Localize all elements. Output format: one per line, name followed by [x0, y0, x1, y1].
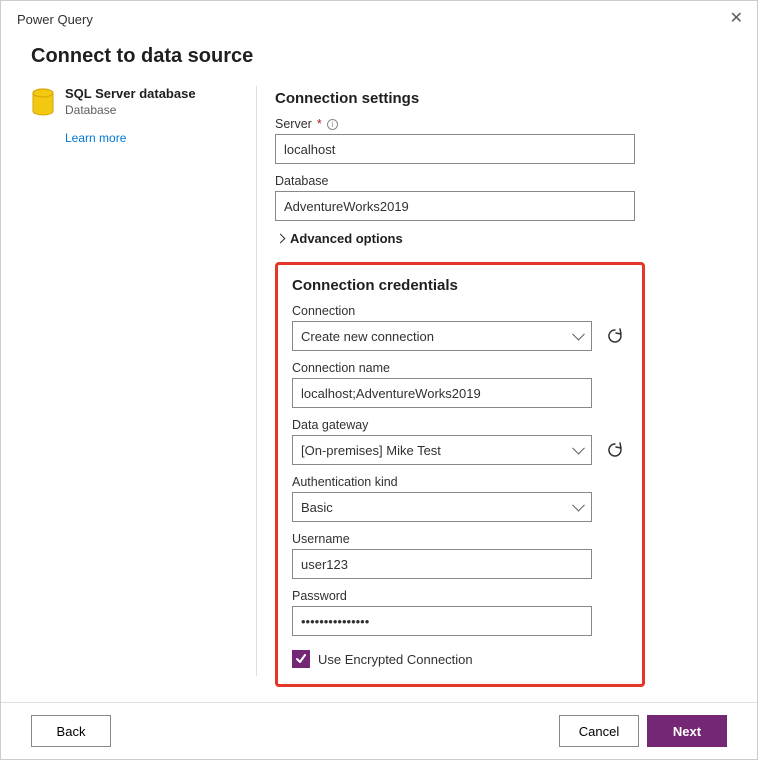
password-label: Password: [292, 589, 347, 603]
refresh-icon: [606, 441, 624, 459]
title-bar: Power Query ✕: [1, 1, 757, 35]
connection-select[interactable]: Create new connection: [292, 321, 592, 351]
server-field: Server * i: [275, 117, 727, 164]
database-label: Database: [275, 174, 329, 188]
server-input[interactable]: [275, 134, 635, 164]
database-input[interactable]: [275, 191, 635, 221]
advanced-options-label: Advanced options: [290, 231, 403, 246]
page-title: Connect to data source: [31, 45, 757, 68]
body: SQL Server database Database Learn more …: [1, 86, 757, 676]
database-icon: [31, 88, 55, 118]
auth-value: Basic: [301, 500, 333, 515]
gateway-select[interactable]: [On-premises] Mike Test: [292, 435, 592, 465]
source-panel: SQL Server database Database Learn more: [31, 86, 256, 676]
encrypted-checkbox-row: Use Encrypted Connection: [292, 650, 628, 668]
connection-name-field: Connection name: [292, 361, 628, 408]
database-field: Database: [275, 174, 727, 221]
advanced-options-toggle[interactable]: Advanced options: [275, 231, 727, 246]
auth-field: Authentication kind Basic: [292, 475, 628, 522]
credentials-heading: Connection credentials: [292, 277, 628, 294]
required-marker: *: [317, 117, 322, 131]
refresh-gateway-button[interactable]: [604, 439, 626, 461]
gateway-value: [On-premises] Mike Test: [301, 443, 441, 458]
encrypted-label: Use Encrypted Connection: [318, 652, 473, 667]
refresh-icon: [606, 327, 624, 345]
chevron-right-icon: [276, 234, 286, 244]
gateway-label: Data gateway: [292, 418, 368, 432]
auth-label: Authentication kind: [292, 475, 398, 489]
vertical-divider: [256, 86, 257, 676]
next-button[interactable]: Next: [647, 715, 727, 747]
footer: Back Cancel Next: [1, 702, 757, 759]
encrypted-checkbox[interactable]: [292, 650, 310, 668]
source-info: SQL Server database Database Learn more: [65, 86, 196, 676]
check-icon: [295, 653, 307, 665]
learn-more-link[interactable]: Learn more: [65, 131, 196, 145]
credentials-section: Connection credentials Connection Create…: [275, 262, 645, 687]
gateway-field: Data gateway [On-premises] Mike Test: [292, 418, 628, 465]
auth-select[interactable]: Basic: [292, 492, 592, 522]
password-field: Password: [292, 589, 628, 636]
settings-panel: Connection settings Server * i Database …: [275, 86, 727, 676]
username-input[interactable]: [292, 549, 592, 579]
password-input[interactable]: [292, 606, 592, 636]
back-button[interactable]: Back: [31, 715, 111, 747]
connection-value: Create new connection: [301, 329, 434, 344]
cancel-button[interactable]: Cancel: [559, 715, 639, 747]
connection-name-input[interactable]: [292, 378, 592, 408]
source-subtitle: Database: [65, 103, 196, 117]
window-title: Power Query: [17, 12, 93, 27]
connection-label: Connection: [292, 304, 355, 318]
source-title: SQL Server database: [65, 86, 196, 101]
settings-heading: Connection settings: [275, 90, 727, 107]
refresh-connection-button[interactable]: [604, 325, 626, 347]
close-icon[interactable]: ✕: [730, 11, 743, 27]
connection-name-label: Connection name: [292, 361, 390, 375]
username-label: Username: [292, 532, 350, 546]
info-icon[interactable]: i: [327, 119, 338, 130]
server-label: Server: [275, 117, 312, 131]
username-field: Username: [292, 532, 628, 579]
connection-field: Connection Create new connection: [292, 304, 628, 351]
